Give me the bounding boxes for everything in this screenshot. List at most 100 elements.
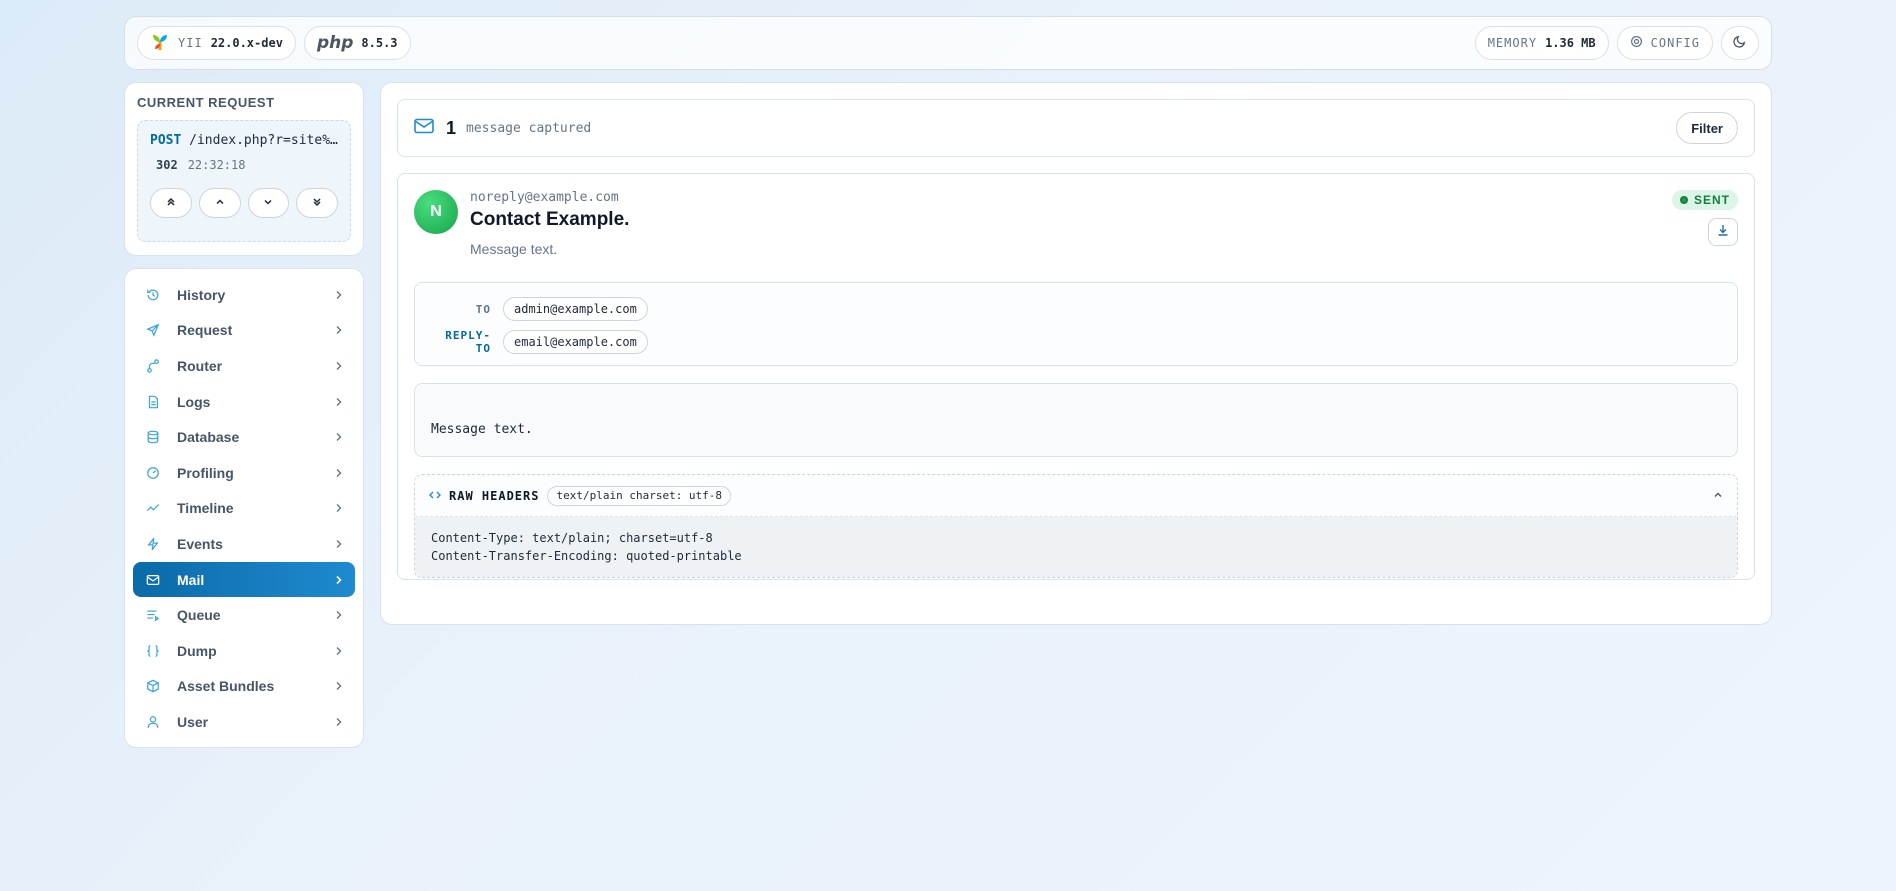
raw-headers-title: RAW HEADERS xyxy=(449,488,540,503)
route-icon xyxy=(145,358,161,374)
recipient-row-reply-to: REPLY-TO email@example.com xyxy=(431,328,1721,356)
config-label: CONFIG xyxy=(1650,36,1700,50)
chevron-right-icon xyxy=(335,465,343,481)
raw-headers-toggle[interactable]: RAW HEADERS text/plain charset: utf-8 xyxy=(415,475,1737,517)
chevron-right-icon xyxy=(335,500,343,516)
request-method: POST xyxy=(150,133,182,148)
sidebar-item-label: Request xyxy=(177,322,233,339)
framework-version: 22.0.x-dev xyxy=(210,36,283,50)
moon-icon xyxy=(1733,34,1747,53)
mail-message: N SENT noreply@example.com Contact Examp… xyxy=(397,173,1755,580)
request-url[interactable]: /index.php?r=site%… xyxy=(189,133,338,148)
sidebar-item-label: History xyxy=(177,286,226,303)
memory-value: 1.36 MB xyxy=(1545,36,1596,50)
top-bar: YII 22.0.x-dev php 8.5.3 MEMORY 1.36 MB … xyxy=(124,16,1772,70)
last-request-button[interactable] xyxy=(296,188,338,218)
sidebar-item-request[interactable]: Request xyxy=(133,313,355,349)
mail-header: noreply@example.com Contact Example. Mes… xyxy=(470,190,1738,257)
history-icon xyxy=(145,287,161,303)
config-button[interactable]: CONFIG xyxy=(1616,26,1713,60)
current-request-card: CURRENT REQUEST POST /index.php?r=site%…… xyxy=(124,82,364,256)
request-navigation xyxy=(150,188,338,218)
mail-from: noreply@example.com xyxy=(470,190,619,205)
braces-icon xyxy=(145,643,161,659)
sidebar-item-label: User xyxy=(177,713,209,730)
sidebar-item-label: Mail xyxy=(177,571,205,588)
sidebar-item-router[interactable]: Router xyxy=(133,348,355,384)
box-icon xyxy=(145,678,161,694)
sidebar-item-history[interactable]: History xyxy=(133,277,355,313)
next-request-button[interactable] xyxy=(247,188,290,218)
sidebar-item-label: Events xyxy=(177,535,223,552)
mail-subject: Contact Example. xyxy=(470,209,630,230)
sidebar-item-label: Timeline xyxy=(177,500,234,517)
content-type-tag: text/plain charset: utf-8 xyxy=(547,485,732,506)
memory-label: MEMORY xyxy=(1487,36,1538,50)
to-address: admin@example.com xyxy=(503,297,648,321)
chevron-right-icon xyxy=(335,358,343,374)
message-count: 1 xyxy=(446,117,457,138)
php-version-pill: php 8.5.3 xyxy=(303,26,411,60)
send-icon xyxy=(145,322,161,338)
download-button[interactable] xyxy=(1708,218,1738,246)
sidebar-menu: History Request Router Logs Database Pro… xyxy=(124,268,364,748)
sidebar-item-queue[interactable]: Queue xyxy=(133,597,355,633)
avatar: N xyxy=(414,190,458,234)
sidebar-item-user[interactable]: User xyxy=(133,704,355,740)
php-version: 8.5.3 xyxy=(361,36,398,50)
recipients: TO admin@example.com REPLY-TO email@exam… xyxy=(414,282,1738,366)
status-dot xyxy=(1679,196,1688,204)
chevrons-down-icon xyxy=(312,194,322,212)
sidebar-item-timeline[interactable]: Timeline xyxy=(133,491,355,527)
reply-to-address: email@example.com xyxy=(503,330,648,354)
chevron-right-icon xyxy=(335,287,343,303)
sidebar-item-events[interactable]: Events xyxy=(133,526,355,562)
request-status: 302 xyxy=(156,158,178,172)
theme-toggle-button[interactable] xyxy=(1721,26,1759,60)
file-icon xyxy=(145,394,161,410)
gauge-icon xyxy=(145,465,161,481)
mail-icon xyxy=(414,118,434,139)
sidebar-item-mail[interactable]: Mail xyxy=(133,561,355,598)
mail-panel: 1 message captured Filter N SENT noreply… xyxy=(380,82,1772,625)
trend-icon xyxy=(145,500,161,516)
sidebar-item-label: Profiling xyxy=(177,464,234,481)
current-request-title: CURRENT REQUEST xyxy=(137,95,275,110)
list-icon xyxy=(145,607,161,623)
chevrons-up-icon xyxy=(166,194,176,212)
sidebar-item-profiling[interactable]: Profiling xyxy=(133,455,355,491)
sidebar-item-database[interactable]: Database xyxy=(133,419,355,455)
captured-summary: 1 message captured Filter xyxy=(397,99,1755,157)
chevron-right-icon xyxy=(335,714,343,730)
sidebar-item-label: Dump xyxy=(177,642,217,659)
yii-logo-icon xyxy=(150,32,170,55)
sidebar-item-dump[interactable]: Dump xyxy=(133,633,355,669)
download-icon xyxy=(1717,223,1729,241)
header-line: Content-Transfer-Encoding: quoted-printa… xyxy=(431,549,742,563)
status-badge: SENT xyxy=(1671,190,1738,210)
sidebar-item-label: Asset Bundles xyxy=(177,678,275,695)
raw-headers-section: RAW HEADERS text/plain charset: utf-8 Co… xyxy=(414,474,1738,578)
previous-request-button[interactable] xyxy=(198,188,241,218)
sidebar-item-label: Queue xyxy=(177,607,221,624)
mail-preview: Message text. xyxy=(470,241,558,257)
chevron-up-icon xyxy=(1713,487,1723,505)
mail-body: Message text. xyxy=(414,383,1738,457)
chevron-right-icon xyxy=(335,394,343,410)
chevron-right-icon xyxy=(335,322,343,338)
filter-button[interactable]: Filter xyxy=(1676,112,1738,144)
chevron-down-icon xyxy=(263,194,273,212)
chevron-right-icon xyxy=(335,643,343,659)
first-request-button[interactable] xyxy=(150,188,192,218)
mail-icon xyxy=(145,572,161,588)
bolt-icon xyxy=(145,536,161,552)
chevron-right-icon xyxy=(335,607,343,623)
sidebar-item-asset-bundles[interactable]: Asset Bundles xyxy=(133,669,355,705)
framework-label: YII xyxy=(178,36,203,50)
database-icon xyxy=(145,429,161,445)
raw-headers-content: Content-Type: text/plain; charset=utf-8 … xyxy=(415,517,1737,577)
user-icon xyxy=(145,714,161,730)
request-line: POST /index.php?r=site%… xyxy=(150,133,338,148)
sidebar-item-logs[interactable]: Logs xyxy=(133,384,355,420)
request-meta: 302 22:32:18 xyxy=(150,158,338,172)
